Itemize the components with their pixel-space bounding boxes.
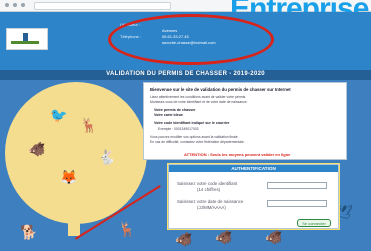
tree-trunk bbox=[68, 196, 80, 236]
fox-icon: 🦊 bbox=[60, 169, 78, 185]
dog-icon: 🐕 bbox=[20, 224, 38, 240]
news-line: En cas de difficulté, contactez votre fé… bbox=[150, 140, 245, 144]
news-line: Lisez attentivement les conditions avant… bbox=[150, 95, 247, 99]
news-bullet: Votre code identifiant indiqué sur le co… bbox=[154, 121, 230, 125]
news-line: Vous pouvez modifier vos options avant l… bbox=[150, 135, 239, 139]
rabbit-icon: 🐇 bbox=[98, 149, 116, 165]
bird-icon: 🐦 bbox=[50, 107, 68, 123]
deer-icon: 🦌 bbox=[80, 117, 98, 133]
site-logo[interactable] bbox=[6, 28, 48, 50]
boar-icon: 🐗 bbox=[28, 141, 46, 157]
back-icon[interactable] bbox=[5, 3, 9, 7]
address-bar[interactable] bbox=[34, 2, 171, 10]
boar-icon: 🐗 bbox=[215, 229, 233, 245]
warning-text: ATTENTION : Seuls les moyens peuvent val… bbox=[184, 152, 291, 157]
news-example: Exemple : 0001349017003 bbox=[158, 127, 199, 131]
news-panel: Bienvenue sur le site de validation du p… bbox=[143, 82, 347, 160]
auth-highlight bbox=[167, 163, 340, 230]
page-title: VALIDATION DU PERMIS DE CHASSER - 2019-2… bbox=[106, 71, 265, 77]
reload-icon[interactable] bbox=[21, 3, 25, 7]
news-bullet: Votre carte bleue bbox=[154, 113, 183, 117]
window-controls bbox=[5, 3, 25, 7]
news-bullet: Votre permis de chasser bbox=[154, 108, 196, 112]
forward-icon[interactable] bbox=[13, 3, 17, 7]
boar-icon: 🐗 bbox=[175, 231, 193, 247]
logo-mark bbox=[23, 33, 28, 41]
logo-bar bbox=[11, 41, 39, 44]
stag-icon: 🦌 bbox=[118, 221, 136, 237]
news-heading: Bienvenue sur le site de validation du p… bbox=[150, 87, 291, 92]
boar-icon: 🐗 bbox=[265, 229, 283, 245]
news-line: Munissez-vous de votre identifiant et de… bbox=[150, 100, 248, 104]
highlight-ellipse bbox=[108, 14, 274, 65]
